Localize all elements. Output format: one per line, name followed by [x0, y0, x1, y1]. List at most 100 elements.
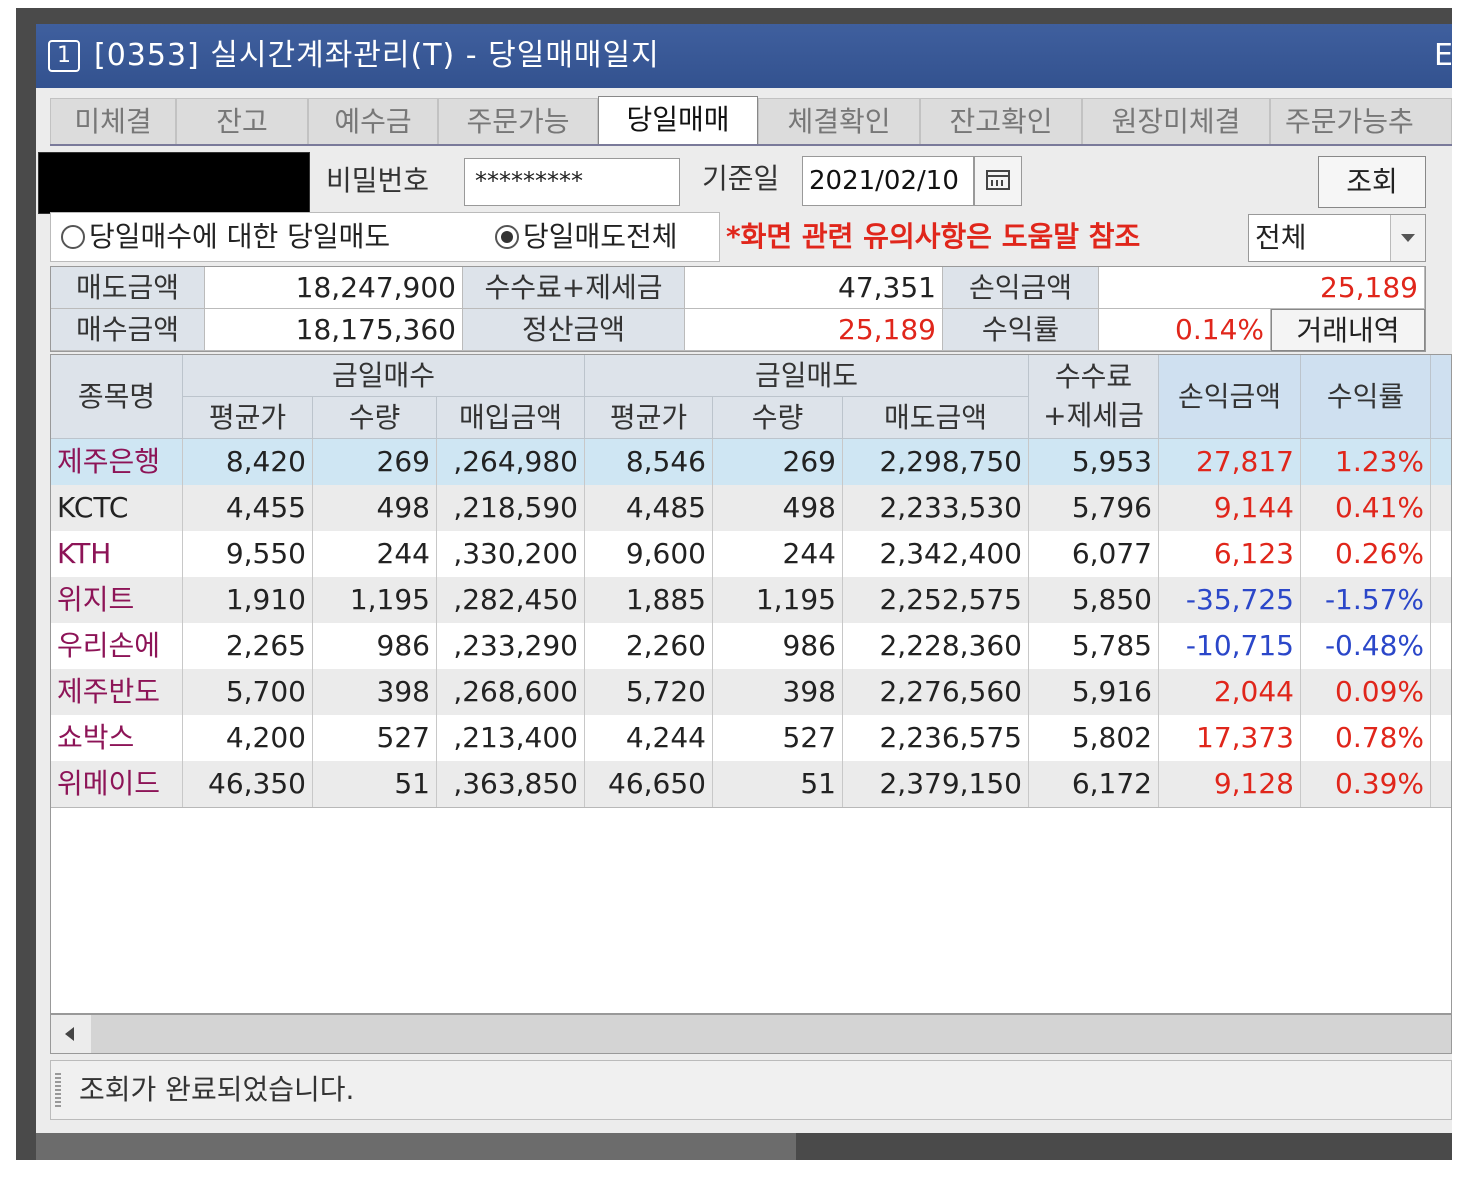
table-row[interactable]: 위지트 1,910 1,195,282,450 1,885 1,195 2,252,575…	[51, 577, 1451, 623]
cell-rate: 0.39%	[1301, 761, 1431, 807]
radio-same-day-buy-sell[interactable]	[61, 225, 85, 249]
radio-same-day-buy-sell-label[interactable]: 당일매수에 대한 당일매도	[89, 213, 390, 261]
tab-deposit[interactable]: 예수금	[308, 98, 438, 144]
tab-unfilled[interactable]: 미체결	[50, 98, 176, 144]
date-input[interactable]: 2021/02/10	[802, 156, 974, 206]
cell-sell-avg: 2,260	[585, 623, 713, 669]
status-bar: 조회가 완료되었습니다.	[50, 1060, 1452, 1120]
col-header-sell-avg[interactable]: 평균가	[585, 397, 713, 439]
trade-history-button[interactable]: 거래내역	[1271, 309, 1425, 351]
cell-name: 위메이드	[51, 761, 183, 807]
col-header-sell-qty[interactable]: 수량	[713, 397, 843, 439]
window-titlebar[interactable]: 1 [0353] 실시간계좌관리(T) - 당일매매일지 E	[36, 24, 1452, 88]
tab-ledger-unfilled[interactable]: 원장미체결	[1082, 98, 1270, 144]
cell-extra	[1431, 715, 1451, 761]
calendar-button[interactable]	[974, 156, 1022, 206]
cell-buy-qty: 51	[313, 761, 437, 807]
cell-buy-qty: 398	[313, 669, 437, 715]
cell-buy-qty: 1,195	[313, 577, 437, 623]
cell-sell-amount: 2,342,400	[843, 531, 1029, 577]
cell-rate: 1.23%	[1301, 439, 1431, 485]
summary-sell-amount: 18,247,900	[205, 267, 463, 309]
account-number-field[interactable]	[38, 152, 310, 214]
window-title: [0353] 실시간계좌관리(T) - 당일매매일지	[94, 38, 660, 73]
tab-orderable-extra[interactable]: 주문가능추	[1270, 98, 1452, 144]
cell-sell-amount: 2,276,560	[843, 669, 1029, 715]
col-header-buy-qty[interactable]: 수량	[313, 397, 437, 439]
table-row[interactable]: KTH 9,550 244,330,200 9,600 244 2,342,400 6,07…	[51, 531, 1451, 577]
cell-sell-amount: 2,252,575	[843, 577, 1029, 623]
cell-buy-avg: 2,265	[183, 623, 313, 669]
summary-fee-tax: 47,351	[685, 267, 943, 309]
cell-buy-amount: ,218,590	[437, 485, 585, 531]
table-row[interactable]: 쇼박스 4,200 527,213,400 4,244 527 2,236,575 5,80…	[51, 715, 1451, 761]
summary-settle: 25,189	[685, 309, 943, 351]
table-row[interactable]: 제주반도 5,700 398,268,600 5,720 398 2,276,560 5,9…	[51, 669, 1451, 715]
radio-all-same-day-sell-label[interactable]: 당일매도전체	[523, 213, 678, 261]
col-header-sell-amount[interactable]: 매도금액	[843, 397, 1029, 439]
col-header-name[interactable]: 종목명	[51, 355, 183, 439]
cell-fee: 6,077	[1029, 531, 1159, 577]
chevron-down-icon[interactable]	[1390, 215, 1425, 261]
cell-rate: 0.78%	[1301, 715, 1431, 761]
cell-rate: 0.26%	[1301, 531, 1431, 577]
window-control-glyph[interactable]: E	[1434, 24, 1452, 88]
cell-buy-amount: ,213,400	[437, 715, 585, 761]
col-header-fee-line1: 수수료	[1054, 360, 1133, 393]
col-header-pnl[interactable]: 손익금액	[1159, 355, 1301, 439]
col-group-today-sell: 금일매도	[585, 355, 1029, 397]
col-header-buy-avg[interactable]: 평균가	[183, 397, 313, 439]
cell-fee: 5,802	[1029, 715, 1159, 761]
cell-name: 위지트	[51, 577, 183, 623]
col-header-rate[interactable]: 수익률	[1301, 355, 1431, 439]
cell-buy-amount: ,268,600	[437, 669, 585, 715]
cell-buy-qty: 269	[313, 439, 437, 485]
cell-rate: 0.41%	[1301, 485, 1431, 531]
tab-daily-trading[interactable]: 당일매매	[598, 96, 758, 146]
window-number-badge: 1	[48, 40, 80, 72]
table-row[interactable]: 위메이드 46,350 51,363,850 46,650 51 2,379,150 6,1…	[51, 761, 1451, 807]
tab-orderable[interactable]: 주문가능	[438, 98, 598, 144]
table-row[interactable]: 제주은행 8,420 269,264,980 8,546 269 2,298,750 5,9…	[51, 439, 1451, 485]
calendar-icon	[986, 170, 1010, 190]
cell-buy-qty: 498	[313, 485, 437, 531]
cell-buy-amount: ,264,980	[437, 439, 585, 485]
summary-settle-label: 정산금액	[463, 309, 685, 351]
grip-icon	[55, 1073, 61, 1107]
table-row[interactable]: 우리손에 2,265 986,233,290 2,260 986 2,228,360 5,7…	[51, 623, 1451, 669]
cell-sell-avg: 4,485	[585, 485, 713, 531]
cell-buy-avg: 1,910	[183, 577, 313, 623]
cell-pnl: -10,715	[1159, 623, 1301, 669]
cell-sell-avg: 5,720	[585, 669, 713, 715]
tab-balance[interactable]: 잔고	[176, 98, 308, 144]
cell-extra	[1431, 485, 1451, 531]
cell-buy-amount: ,282,450	[437, 577, 585, 623]
cell-buy-qty: 244	[313, 531, 437, 577]
summary-grid: 매도금액 18,247,900 수수료+제세금 47,351 손익금액 25,1…	[50, 266, 1426, 352]
date-label: 기준일	[702, 162, 780, 195]
radio-all-same-day-sell[interactable]	[495, 225, 519, 249]
cell-name: 쇼박스	[51, 715, 183, 761]
summary-pnl: 25,189	[1099, 267, 1425, 309]
cell-sell-qty: 398	[713, 669, 843, 715]
col-header-buy-amount[interactable]: 매입금액	[437, 397, 585, 439]
cell-fee: 5,953	[1029, 439, 1159, 485]
cell-buy-avg: 4,455	[183, 485, 313, 531]
tab-divider	[50, 144, 1452, 146]
tab-balance-check[interactable]: 잔고확인	[920, 98, 1082, 144]
password-input[interactable]: *********	[464, 158, 680, 206]
col-header-fee[interactable]: 수수료 +제세금	[1029, 355, 1159, 439]
summary-buy-amount-label: 매수금액	[51, 309, 205, 351]
cell-sell-qty: 498	[713, 485, 843, 531]
cell-buy-amount: ,363,850	[437, 761, 585, 807]
horizontal-scrollbar[interactable]	[50, 1014, 1452, 1054]
filter-select[interactable]: 전체	[1248, 214, 1426, 262]
summary-buy-amount: 18,175,360	[205, 309, 463, 351]
cell-fee: 6,172	[1029, 761, 1159, 807]
search-button[interactable]: 조회	[1318, 156, 1426, 208]
cell-pnl: -35,725	[1159, 577, 1301, 623]
scroll-left-icon[interactable]	[51, 1015, 91, 1053]
tab-fill-check[interactable]: 체결확인	[758, 98, 920, 144]
col-group-today-buy: 금일매수	[183, 355, 585, 397]
table-row[interactable]: KCTC 4,455 498,218,590 4,485 498 2,233,530 5,7…	[51, 485, 1451, 531]
